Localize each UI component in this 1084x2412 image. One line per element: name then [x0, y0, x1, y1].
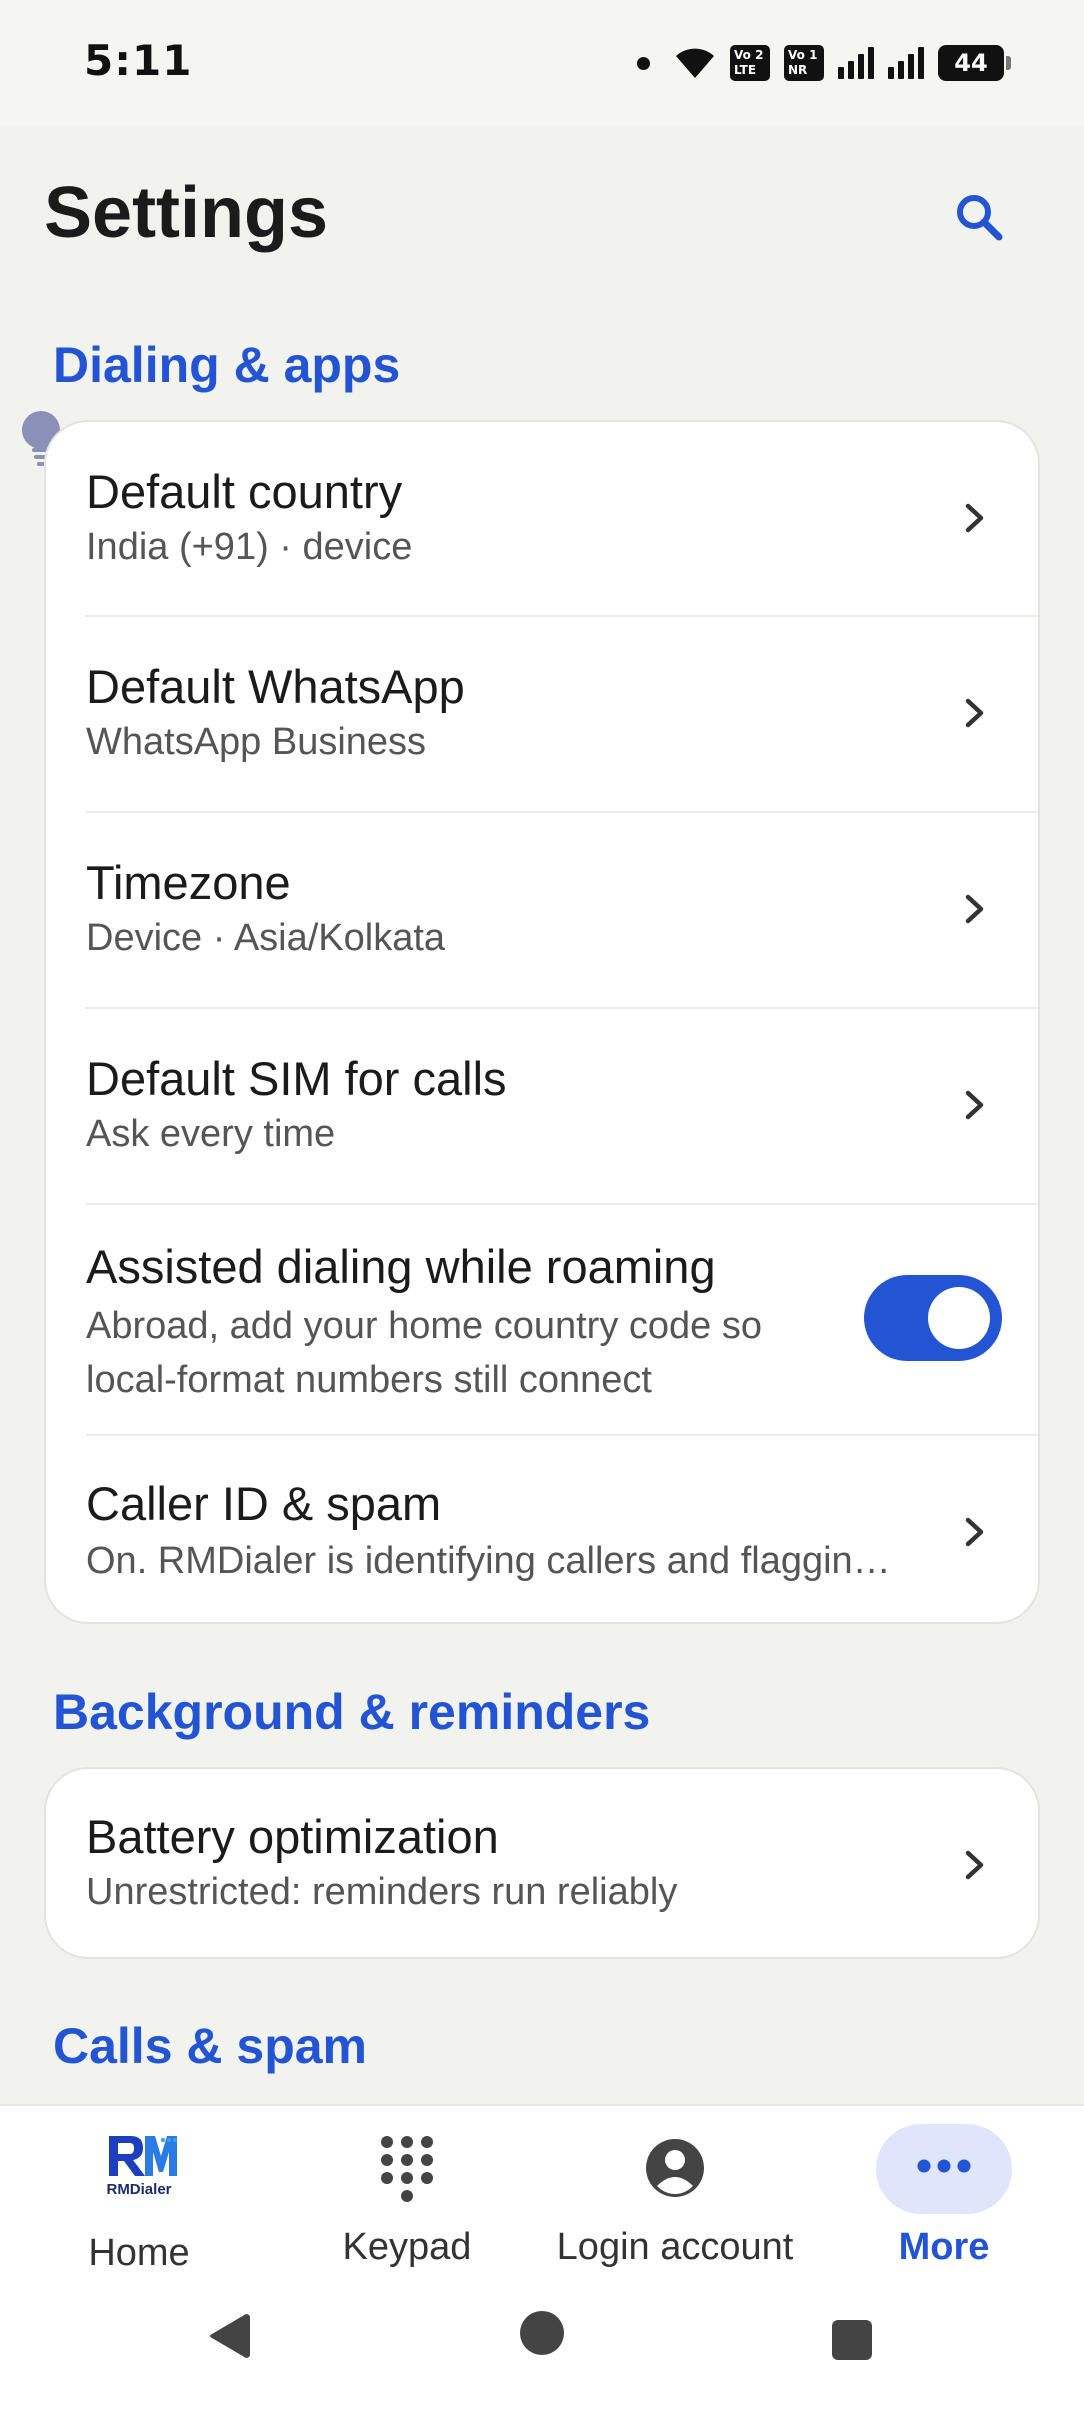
bottom-navigation: RMDialer Home Keypad Login account More [0, 2104, 1084, 2412]
settings-row-default-whatsapp[interactable]: Default WhatsApp WhatsApp Business [46, 617, 1038, 811]
settings-row-timezone[interactable]: Timezone Device · Asia/Kolkata [46, 813, 1038, 1007]
row-subtitle: Ask every time [86, 1113, 336, 1155]
keypad-icon [381, 2136, 433, 2202]
search-icon [957, 195, 1003, 241]
row-title: Caller ID & spam [86, 1477, 442, 1530]
row-subtitle: On. RMDialer is identifying callers and … [86, 1540, 891, 1582]
row-subtitle: WhatsApp Business [86, 721, 427, 763]
row-title: Assisted dialing while roaming [86, 1240, 716, 1293]
search-button[interactable] [944, 182, 1014, 252]
nav-label-more: More [898, 2226, 990, 2268]
chevron-right-icon [965, 1850, 984, 1880]
background-reminders-card: Battery optimization Unrestricted: remin… [44, 1767, 1040, 1959]
row-title: Timezone [86, 856, 291, 909]
nav-home[interactable]: RMDialer Home [4, 2106, 274, 2306]
nav-label-home: Home [88, 2232, 190, 2274]
settings-row-assisted-dialing: Assisted dialing while roaming Abroad, a… [46, 1205, 1038, 1434]
chevron-right-icon [965, 894, 984, 924]
nav-label-login-account: Login account [556, 2226, 794, 2268]
row-subtitle: Device · Asia/Kolkata [86, 917, 446, 959]
wifi-icon [676, 48, 714, 78]
row-subtitle-line2: local-format numbers still connect [86, 1359, 652, 1401]
section-header-calls-spam: Calls & spam [53, 2018, 368, 2074]
dialing-apps-card: Default country India (+91) · device Def… [44, 420, 1040, 1624]
signal-sim2-icon [888, 47, 924, 79]
row-title: Default WhatsApp [86, 660, 465, 713]
assisted-dialing-toggle[interactable] [864, 1275, 1002, 1361]
system-recents-icon[interactable] [830, 2318, 874, 2362]
section-header-dialing-apps: Dialing & apps [53, 337, 401, 393]
more-dots-icon [917, 2159, 971, 2173]
status-time: 5:11 [84, 36, 193, 85]
settings-row-battery-optimization[interactable]: Battery optimization Unrestricted: remin… [46, 1769, 1038, 1957]
battery-level: 44 [954, 49, 988, 77]
chevron-right-icon [965, 503, 984, 533]
svg-text:RMDialer: RMDialer [106, 2181, 171, 2198]
toggle-knob [928, 1287, 990, 1349]
system-home-icon[interactable] [519, 2310, 565, 2356]
status-bar: 5:11 Vo 2 LTE Vo 1 NR 44 [0, 0, 1084, 125]
settings-row-default-sim[interactable]: Default SIM for calls Ask every time [46, 1009, 1038, 1203]
row-subtitle-line1: Abroad, add your home country code so [86, 1305, 762, 1347]
system-back-icon[interactable] [206, 2310, 254, 2362]
settings-row-caller-id-spam[interactable]: Caller ID & spam On. RMDialer is identif… [46, 1436, 1038, 1622]
notification-dot-icon [637, 56, 650, 70]
section-header-background-reminders: Background & reminders [53, 1684, 651, 1740]
status-icons: Vo 2 LTE Vo 1 NR 44 [637, 38, 1011, 88]
battery-icon: 44 [938, 45, 1011, 81]
account-icon [646, 2139, 704, 2197]
signal-sim1-icon [838, 47, 874, 79]
chevron-right-icon [965, 698, 984, 728]
settings-row-default-country[interactable]: Default country India (+91) · device [46, 422, 1038, 616]
nav-label-keypad: Keypad [342, 2226, 472, 2268]
volte-sim2-icon: Vo 2 LTE [730, 45, 770, 81]
page-title: Settings [44, 173, 329, 253]
row-title: Battery optimization [86, 1810, 499, 1863]
nav-login-account[interactable]: Login account [540, 2106, 810, 2306]
nav-more[interactable]: More [809, 2106, 1079, 2306]
row-subtitle: India (+91) · device [86, 526, 413, 568]
vonr-sim1-icon: Vo 1 NR [784, 45, 824, 81]
row-subtitle: Unrestricted: reminders run reliably [86, 1871, 678, 1913]
chevron-right-icon [965, 1517, 984, 1547]
chevron-right-icon [965, 1090, 984, 1120]
row-title: Default SIM for calls [86, 1052, 507, 1105]
rmdialer-logo-icon: RMDialer [106, 2136, 177, 2198]
nav-keypad[interactable]: Keypad [272, 2106, 542, 2306]
row-title: Default country [86, 465, 403, 518]
